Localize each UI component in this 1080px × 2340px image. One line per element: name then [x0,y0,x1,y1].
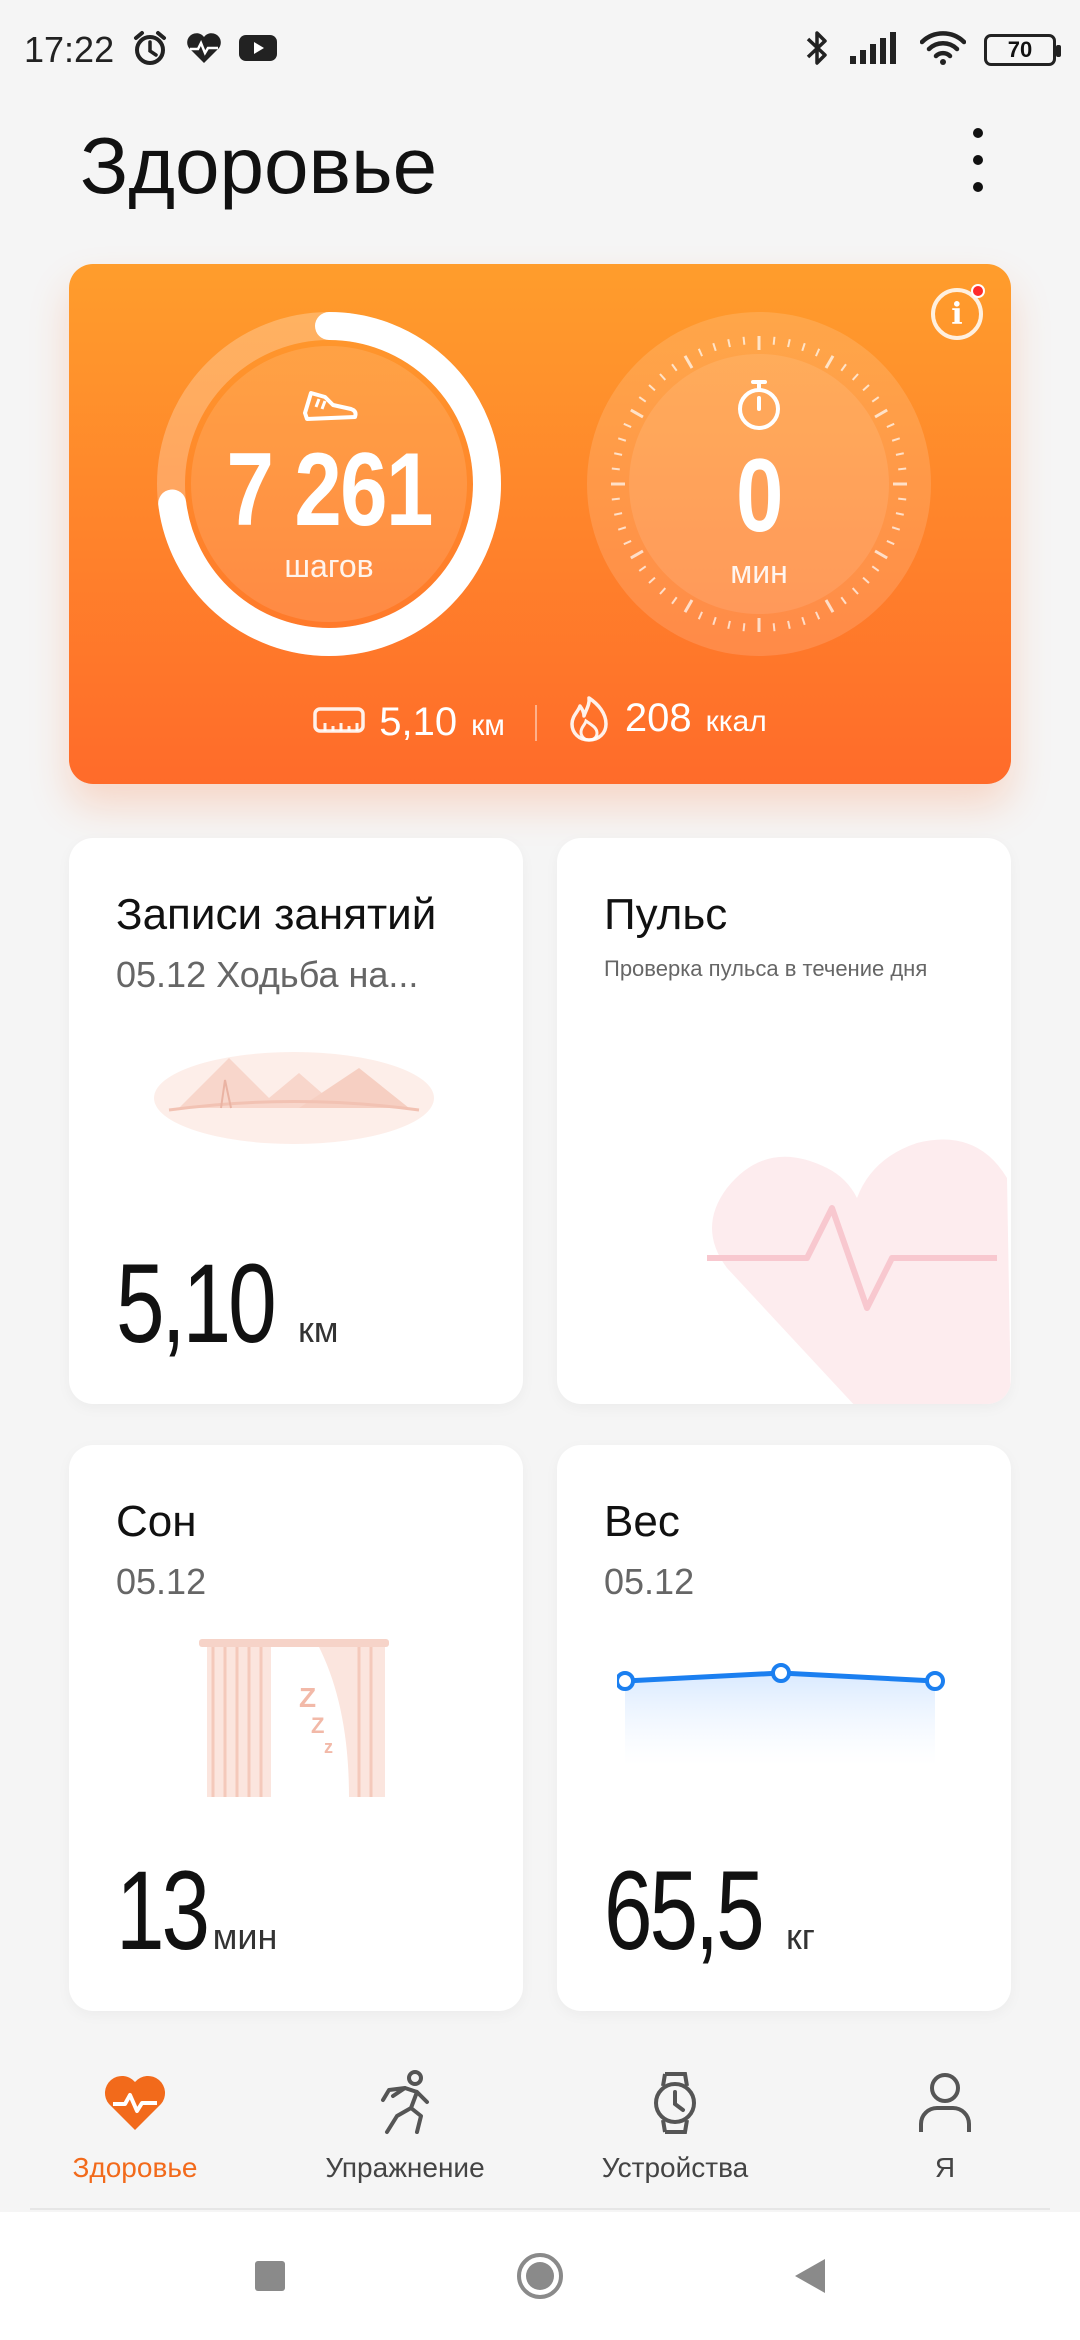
svg-text:z: z [324,1737,333,1757]
tab-health[interactable]: Здоровье [0,2050,270,2210]
tab-profile[interactable]: Я [810,2050,1080,2210]
distance-stat: 5,10 км [313,700,505,745]
sleep-duration-unit: мин [212,1916,278,1957]
calories-value: 208 [624,696,692,740]
distance-unit: км [471,709,505,742]
pulse-card[interactable]: Пульс Проверка пульса в течение дня [557,838,1011,1404]
tab-exercise[interactable]: Упражнение [270,2050,540,2210]
distance-value: 5,10 [379,700,458,744]
profile-icon [910,2068,980,2138]
tab-profile-label: Я [934,2152,956,2183]
workouts-subtitle: 05.12 Ходьба на... [116,954,419,995]
status-bar: 17:22 70 [0,0,1080,100]
ruler-icon [313,704,366,741]
calories-stat: 208 ккал [567,696,767,749]
alarm-icon [130,28,170,73]
steps-ring[interactable]: 7 261 шагов [149,304,509,664]
status-time: 17:22 [24,29,115,70]
heart-illustration [707,1139,1011,1404]
running-icon [370,2068,440,2138]
tab-devices[interactable]: Устройства [540,2050,810,2210]
battery-icon: 70 [984,34,1061,66]
heart-rate-icon [184,30,224,71]
home-button[interactable] [405,2251,675,2301]
page-title: Здоровье [80,121,438,210]
bluetooth-icon [804,28,830,73]
sleep-card[interactable]: Сон 05.12 Z Z z 13 мин [69,1445,523,2011]
steps-unit: шагов [284,548,374,584]
active-time-value: 0 [736,438,783,554]
wifi-icon [919,30,967,71]
activity-summary-card[interactable]: i 7 261 шагов 0 мин 5,10 км 208 ккал [69,264,1011,784]
stat-divider [534,704,537,741]
tab-devices-label: Устройства [601,2152,749,2183]
more-menu-button[interactable] [950,120,1006,200]
stopwatch-icon [733,377,785,438]
heart-icon [100,2068,170,2138]
svg-text:Z: Z [299,1682,316,1713]
pulse-title: Пульс [604,890,728,939]
curtain-illustration: Z Z z [199,1639,389,1797]
workouts-distance-value: 5,10 [116,1241,277,1366]
calories-unit: ккал [705,705,767,738]
shoe-icon [299,383,359,432]
more-vertical-icon [973,128,983,139]
recents-button[interactable] [135,2259,405,2293]
active-time-ring[interactable]: 0 мин [579,304,939,664]
workouts-distance-unit: км [297,1309,339,1350]
weight-value: 65,5 [604,1848,765,1973]
flame-icon [567,696,611,749]
youtube-icon [238,33,278,68]
workouts-title: Записи занятий [116,890,437,939]
weight-trend-sparkline [617,1663,945,1765]
weight-date: 05.12 [604,1561,695,1602]
circle-icon [517,2253,563,2299]
notification-dot [971,284,985,298]
pulse-subtitle: Проверка пульса в течение дня [604,956,928,981]
weight-title: Вес [604,1497,680,1546]
sleep-title: Сон [116,1497,197,1546]
sleep-date: 05.12 [116,1561,207,1602]
square-icon [255,2261,285,2291]
bottom-navigation: Здоровье Упражнение Устройства Я [0,2050,1080,2210]
back-button[interactable] [675,2257,945,2295]
tab-health-label: Здоровье [72,2152,198,2183]
active-time-unit: мин [730,554,788,590]
tab-exercise-label: Упражнение [325,2152,485,2183]
mountains-illustration [154,1052,434,1144]
weight-metric: 65,5 кг [604,1855,815,1967]
weight-card[interactable]: Вес 05.12 65,5 кг [557,1445,1011,2011]
activity-stats: 5,10 км 208 ккал [69,696,1011,749]
steps-value: 7 261 [226,432,433,548]
watch-icon [640,2068,710,2138]
sleep-duration-value: 13 [116,1848,210,1973]
svg-text:Z: Z [311,1713,324,1738]
weight-unit: кг [785,1916,815,1957]
triangle-back-icon [795,2259,825,2293]
workouts-card[interactable]: Записи занятий 05.12 Ходьба на... 5,10 к… [69,838,523,1404]
system-navigation-bar [0,2212,1080,2340]
nav-divider [30,2208,1050,2210]
workouts-metric: 5,10 км [116,1248,338,1360]
sleep-metric: 13 мин [116,1855,277,1967]
signal-icon [848,30,902,71]
